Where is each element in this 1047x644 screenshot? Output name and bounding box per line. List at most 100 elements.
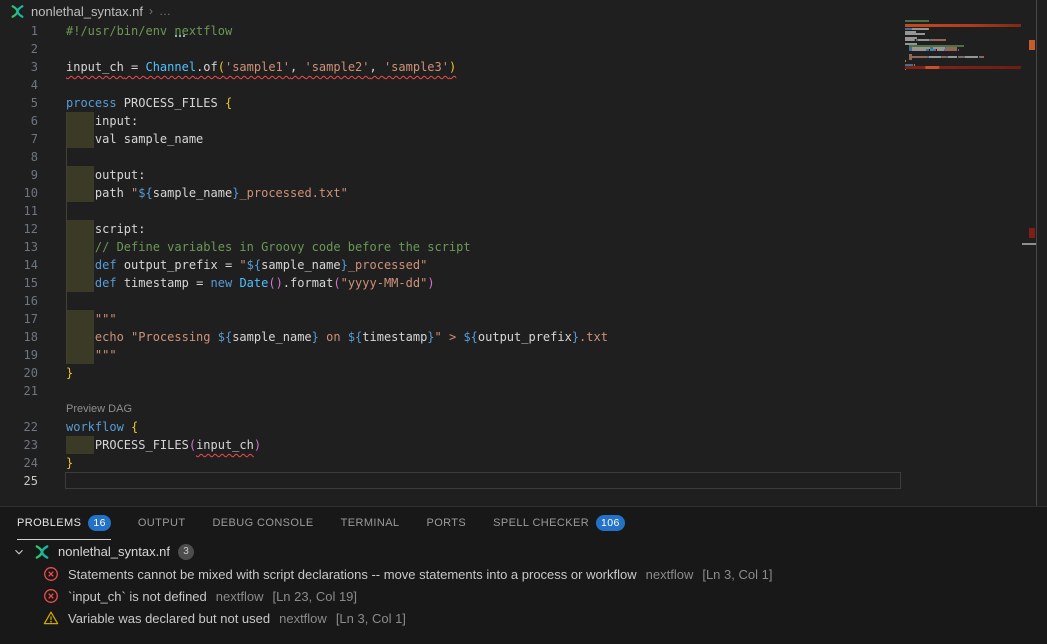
code-line-text: input_ch = Channel.of('sample1', 'sample… xyxy=(66,58,456,76)
problem-source: nextflow xyxy=(646,567,694,582)
ruler-error-marker-line-3 xyxy=(1029,40,1035,50)
code-line-13[interactable]: 13 // Define variables in Groovy code be… xyxy=(0,238,905,256)
error-icon xyxy=(43,588,59,604)
overview-ruler[interactable] xyxy=(1022,0,1036,506)
code-line-14[interactable]: 14 def output_prefix = "${sample_name}_p… xyxy=(0,256,905,274)
code-token: ) xyxy=(427,276,434,290)
code-line-4[interactable]: 4 xyxy=(0,76,905,94)
code-line-2[interactable]: 2 xyxy=(0,40,905,58)
line-number: 25 xyxy=(0,472,38,490)
current-line-border xyxy=(65,472,901,489)
problem-message: Statements cannot be mixed with script d… xyxy=(68,567,637,582)
panel-tab-spell-checker[interactable]: SPELL CHECKER 106 xyxy=(493,507,625,540)
code-token: " xyxy=(239,258,246,272)
indent-guide-line xyxy=(66,112,67,364)
minimap[interactable] xyxy=(905,14,1021,84)
code-line-22[interactable]: 22workflow { xyxy=(0,418,905,436)
code-line-15[interactable]: 15 def timestamp = new Date().format("yy… xyxy=(0,274,905,292)
line-number: 16 xyxy=(0,292,38,310)
panel-tab-problems[interactable]: PROBLEMS16 xyxy=(17,507,111,540)
code-editor[interactable]: 1#!/usr/bin/env nextflow23 input_ch = Cha… xyxy=(0,22,905,490)
code-line-10[interactable]: 10 path "${sample_name}_processed.txt" xyxy=(0,184,905,202)
breadcrumb-filename[interactable]: nonlethal_syntax.nf xyxy=(31,4,143,19)
code-token: PROCESS_FILES xyxy=(117,96,225,110)
code-token: 'sample3' xyxy=(384,60,449,74)
problem-message: Variable was declared but not used xyxy=(68,611,270,626)
minimap-error-bar-line-3 xyxy=(905,24,1021,28)
line-number: 17 xyxy=(0,310,38,328)
code-line-text: workflow { xyxy=(66,418,138,436)
code-token: nextflow xyxy=(174,24,232,38)
code-line-8[interactable]: 8 xyxy=(0,148,905,166)
codelens-preview-dag-link[interactable]: Preview DAG xyxy=(66,400,132,418)
panel-tab-debug-console[interactable]: DEBUG CONSOLE xyxy=(212,507,313,540)
code-line-11[interactable]: 11 xyxy=(0,202,905,220)
error-icon xyxy=(43,566,59,582)
code-token: val sample_name xyxy=(66,132,203,146)
panel-tab-label: SPELL CHECKER xyxy=(493,517,589,529)
panel-tab-terminal[interactable]: TERMINAL xyxy=(341,507,400,540)
code-token: } xyxy=(572,330,579,344)
problem-row[interactable]: Variable was declared but not usednextfl… xyxy=(0,607,1047,629)
code-token: "yyyy-MM-dd" xyxy=(341,276,428,290)
code-line-17[interactable]: 17 """ xyxy=(0,310,905,328)
ruler-cursor-marker xyxy=(1022,243,1036,245)
breadcrumb[interactable]: nonlethal_syntax.nf › … xyxy=(0,0,1037,22)
editor-area: nonlethal_syntax.nf › … 1#!/usr/bin/env … xyxy=(0,0,1037,506)
panel-tab-ports[interactable]: PORTS xyxy=(426,507,466,540)
code-line-3[interactable]: 3 input_ch = Channel.of('sample1', 'sampl… xyxy=(0,58,905,76)
editor-right-sash[interactable] xyxy=(1036,0,1037,506)
code-line-20[interactable]: 20} xyxy=(0,364,905,382)
panel-tab-output[interactable]: OUTPUT xyxy=(138,507,186,540)
minimap-line-segment xyxy=(905,39,914,41)
panel-tab-badge: 106 xyxy=(596,515,625,531)
code-token: input: xyxy=(66,114,138,128)
breadcrumb-more[interactable]: … xyxy=(159,4,171,18)
code-token: " > xyxy=(435,330,464,344)
code-line-5[interactable]: 5process PROCESS_FILES { xyxy=(0,94,905,112)
code-token: ( xyxy=(218,60,225,74)
code-token: output: xyxy=(66,168,145,182)
line-number: 6 xyxy=(0,112,38,130)
code-token: // Define variables in Groovy code befor… xyxy=(95,240,471,254)
line-number: 7 xyxy=(0,130,38,148)
line-number: 24 xyxy=(0,454,38,472)
code-token: path xyxy=(66,186,131,200)
minimap-line-segment xyxy=(945,49,958,51)
code-line-7[interactable]: 7 val sample_name xyxy=(0,130,905,148)
nextflow-file-icon xyxy=(34,544,50,560)
line-number: 20 xyxy=(0,364,38,382)
problem-row[interactable]: `input_ch` is not definednextflow[Ln 23,… xyxy=(0,585,1047,607)
code-line-18[interactable]: 18 echo "Processing ${sample_name} on ${… xyxy=(0,328,905,346)
line-number: 1 xyxy=(0,22,38,40)
line-number: 3 xyxy=(0,58,38,76)
code-token: _processed.txt" xyxy=(239,186,347,200)
code-line-text: // Define variables in Groovy code befor… xyxy=(66,238,471,256)
code-line-12[interactable]: 12 script: xyxy=(0,220,905,238)
chevron-down-icon[interactable] xyxy=(12,545,26,559)
code-line-text: path "${sample_name}_processed.txt" xyxy=(66,184,348,202)
code-token: ) xyxy=(254,438,261,452)
code-line-6[interactable]: 6 input: xyxy=(0,112,905,130)
line-number: 15 xyxy=(0,274,38,292)
code-line-text: input: xyxy=(66,112,138,130)
minimap-line-segment xyxy=(905,60,906,62)
code-line-23[interactable]: 23 PROCESS_FILES(input_ch) xyxy=(0,436,905,454)
code-line-24[interactable]: 24} xyxy=(0,454,905,472)
problem-row[interactable]: Statements cannot be mixed with script d… xyxy=(0,563,1047,585)
problem-source: nextflow xyxy=(216,589,264,604)
code-line-9[interactable]: 9 output: xyxy=(0,166,905,184)
code-line-16[interactable]: 16 xyxy=(0,292,905,310)
minimap-line-segment xyxy=(912,49,926,51)
code-line-19[interactable]: 19 """ xyxy=(0,346,905,364)
problems-file-group[interactable]: nonlethal_syntax.nf 3 xyxy=(0,540,1047,563)
code-line-21[interactable]: 21 xyxy=(0,382,905,400)
problem-message: `input_ch` is not defined xyxy=(68,589,207,604)
code-line-1[interactable]: 1#!/usr/bin/env nextflow xyxy=(0,22,905,40)
code-line-25[interactable]: 25 xyxy=(0,472,905,490)
panel-tab-label: OUTPUT xyxy=(138,517,186,529)
code-token: workflow xyxy=(66,420,124,434)
bottom-panel: PROBLEMS16 OUTPUT DEBUG CONSOLE TERMINAL POR… xyxy=(0,506,1047,644)
code-token: ${ xyxy=(138,186,152,200)
code-token xyxy=(66,312,95,326)
